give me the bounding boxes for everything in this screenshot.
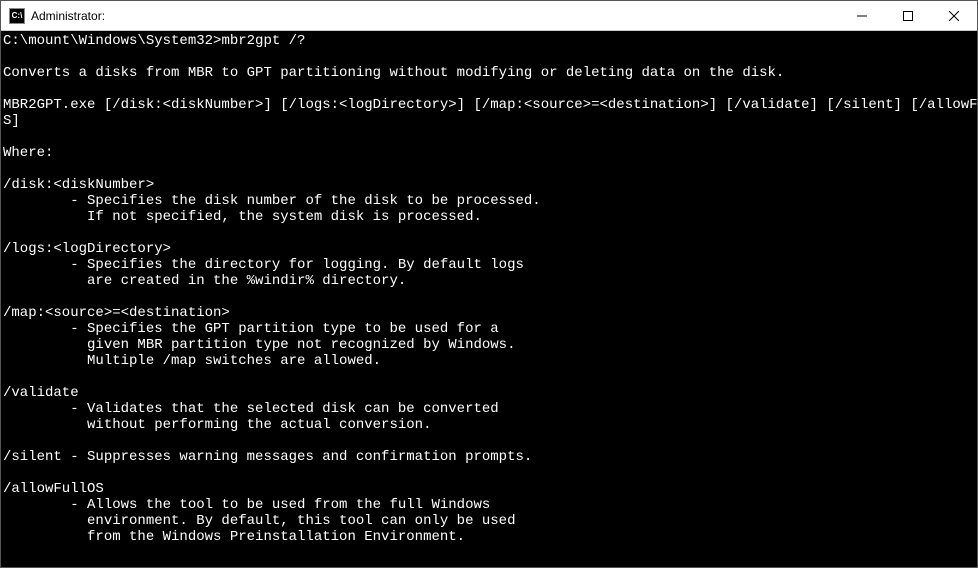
opt-map-line: given MBR partition type not recognized … bbox=[3, 337, 515, 353]
window-title: Administrator: bbox=[31, 9, 105, 23]
opt-map-line: - Specifies the GPT partition type to be… bbox=[3, 321, 499, 337]
opt-allowfullos-line: from the Windows Preinstallation Environ… bbox=[3, 529, 465, 545]
titlebar[interactable]: C:\ Administrator: bbox=[1, 1, 977, 31]
usage-line: MBR2GPT.exe [/disk:<diskNumber>] [/logs:… bbox=[3, 97, 977, 113]
opt-disk-header: /disk:<diskNumber> bbox=[3, 177, 154, 193]
close-icon bbox=[949, 11, 959, 21]
opt-disk-line: If not specified, the system disk is pro… bbox=[3, 209, 482, 225]
opt-validate-line: without performing the actual conversion… bbox=[3, 417, 431, 433]
command-text: mbr2gpt /? bbox=[221, 33, 305, 49]
opt-silent-line: /silent - Suppresses warning messages an… bbox=[3, 449, 532, 465]
opt-disk-line: - Specifies the disk number of the disk … bbox=[3, 193, 541, 209]
where-label: Where: bbox=[3, 145, 53, 161]
close-button[interactable] bbox=[931, 1, 977, 31]
minimize-icon bbox=[857, 11, 867, 21]
opt-map-header: /map:<source>=<destination> bbox=[3, 305, 230, 321]
opt-allowfullos-line: environment. By default, this tool can o… bbox=[3, 513, 515, 529]
opt-map-line: Multiple /map switches are allowed. bbox=[3, 353, 381, 369]
opt-allowfullos-header: /allowFullOS bbox=[3, 481, 104, 497]
minimize-button[interactable] bbox=[839, 1, 885, 31]
maximize-button[interactable] bbox=[885, 1, 931, 31]
opt-logs-line: - Specifies the directory for logging. B… bbox=[3, 257, 524, 273]
usage-line-wrap: S] bbox=[3, 113, 20, 129]
opt-logs-line: are created in the %windir% directory. bbox=[3, 273, 406, 289]
cmd-window: C:\ Administrator: C:\mount\Windows\Syst… bbox=[0, 0, 978, 568]
opt-allowfullos-line: - Allows the tool to be used from the fu… bbox=[3, 497, 490, 513]
cmd-icon: C:\ bbox=[9, 8, 25, 24]
opt-validate-line: - Validates that the selected disk can b… bbox=[3, 401, 499, 417]
opt-validate-header: /validate bbox=[3, 385, 79, 401]
maximize-icon bbox=[903, 11, 913, 21]
terminal-output[interactable]: C:\mount\Windows\System32>mbr2gpt /? Con… bbox=[1, 31, 977, 567]
opt-logs-header: /logs:<logDirectory> bbox=[3, 241, 171, 257]
prompt: C:\mount\Windows\System32> bbox=[3, 33, 221, 49]
help-description: Converts a disks from MBR to GPT partiti… bbox=[3, 65, 784, 81]
